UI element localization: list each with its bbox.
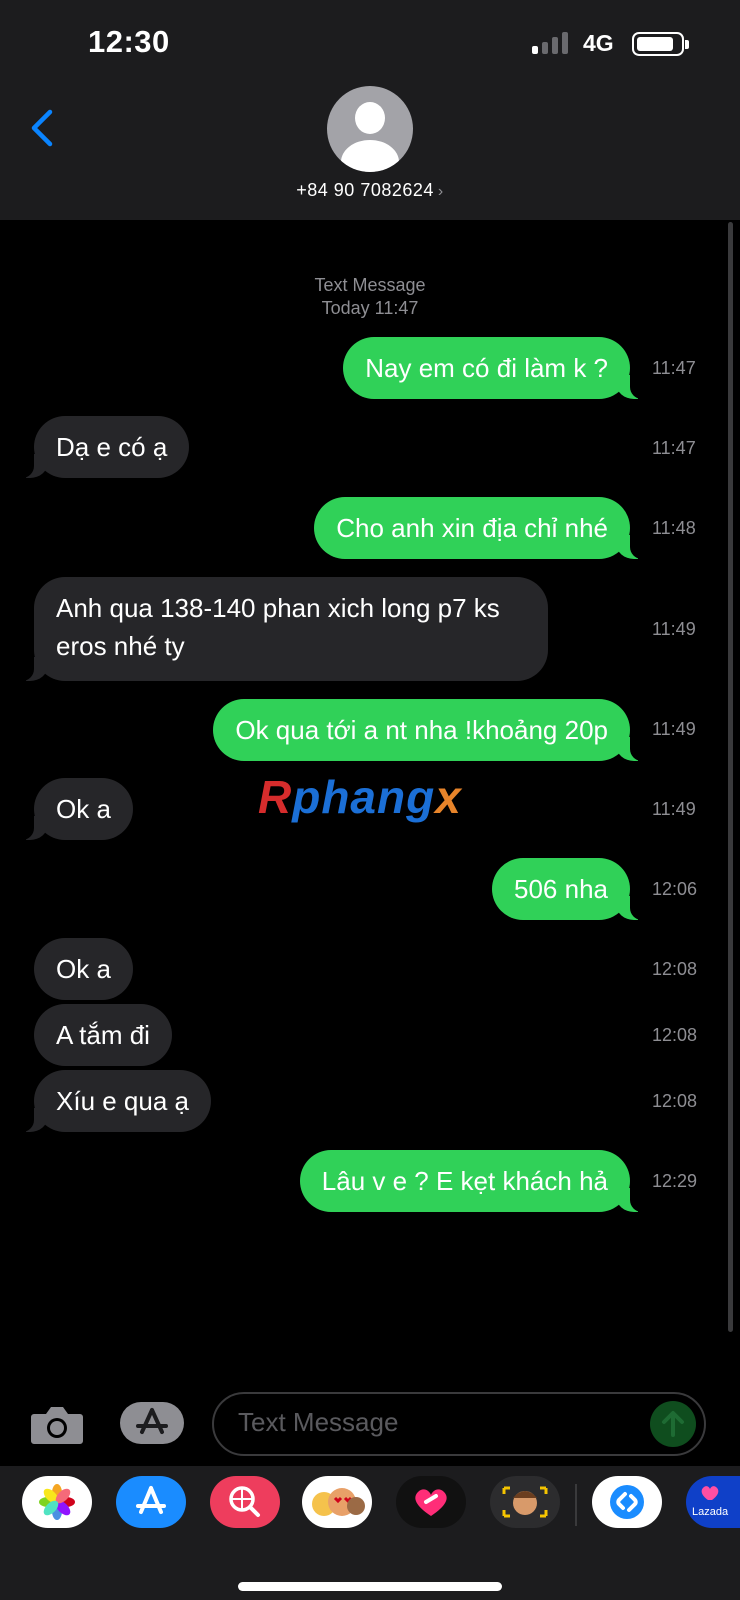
message-time: 12:08 bbox=[652, 1091, 698, 1111]
conversation-header: 12:30 4G +84 90 7082624 › bbox=[0, 0, 740, 220]
message-time: 11:47 bbox=[652, 358, 696, 378]
message-bubble-incoming[interactable]: Ok a bbox=[34, 938, 133, 1000]
app-store-icon bbox=[136, 1408, 168, 1434]
cellular-signal-icon bbox=[532, 32, 572, 54]
camera-icon[interactable] bbox=[30, 1402, 84, 1446]
home-indicator[interactable] bbox=[238, 1582, 502, 1591]
message-bubble-outgoing[interactable]: Nay em có đi làm k ? bbox=[343, 337, 650, 399]
contact-name[interactable]: +84 90 7082624 › bbox=[0, 180, 740, 201]
conversation-date: Today 11:47 bbox=[321, 298, 419, 318]
digital-touch-icon[interactable] bbox=[396, 1476, 466, 1528]
apps-button[interactable] bbox=[120, 1402, 184, 1444]
photos-icon[interactable] bbox=[22, 1476, 92, 1528]
watermark: Rphangx bbox=[258, 771, 462, 823]
message-bubble-incoming[interactable]: Anh qua 138-140 phan xich long p7 ks ero… bbox=[14, 577, 548, 681]
send-button[interactable] bbox=[650, 1401, 696, 1447]
conversation-info: Text Message Today 11:47 bbox=[0, 274, 740, 320]
web-search-icon[interactable] bbox=[210, 1476, 280, 1528]
battery-icon bbox=[632, 32, 689, 56]
message-bubble-incoming[interactable]: Xíu e qua ạ bbox=[14, 1070, 211, 1132]
message-bubble-outgoing[interactable]: Lâu v e ? E kẹt khách hả bbox=[299, 1150, 651, 1212]
message-time: 11:49 bbox=[652, 619, 696, 639]
message-bubble-outgoing[interactable]: 506 nha bbox=[492, 858, 650, 920]
lazada-icon[interactable]: Lazada bbox=[686, 1476, 740, 1528]
message-bubble-incoming[interactable]: Ok a bbox=[14, 778, 133, 840]
message-time: 12:06 bbox=[652, 879, 698, 899]
message-time: 11:49 bbox=[652, 799, 696, 819]
message-time: 12:08 bbox=[652, 1025, 698, 1045]
message-input-placeholder: Text Message bbox=[238, 1407, 399, 1437]
contact-avatar[interactable] bbox=[327, 86, 413, 172]
messages-screen: 12:30 4G +84 90 7082624 › Text Message To… bbox=[0, 0, 740, 1600]
app-store-icon[interactable] bbox=[116, 1476, 186, 1528]
network-type: 4G bbox=[583, 30, 614, 56]
chevron-right-icon: › bbox=[437, 183, 444, 200]
service-label: Text Message bbox=[314, 275, 426, 295]
message-bubble-incoming[interactable]: A tắm đi bbox=[34, 1004, 172, 1066]
message-bubble-outgoing[interactable]: Ok qua tới a nt nha !khoảng 20p bbox=[213, 699, 650, 761]
drawer-separator bbox=[575, 1484, 577, 1526]
memoji-stickers-icon[interactable] bbox=[302, 1476, 372, 1528]
message-time: 11:48 bbox=[652, 518, 696, 538]
message-time: 11:49 bbox=[652, 719, 696, 739]
app-drawer: Lazada bbox=[0, 1466, 740, 1600]
contact-number: +84 90 7082624 bbox=[296, 180, 434, 200]
shazam-icon[interactable] bbox=[592, 1476, 662, 1528]
message-bubble-incoming[interactable]: Dạ e có ạ bbox=[13, 416, 190, 478]
scroll-indicator[interactable] bbox=[728, 222, 733, 1332]
message-bubble-outgoing[interactable]: Cho anh xin địa chỉ nhé bbox=[314, 497, 650, 559]
back-chevron-icon[interactable] bbox=[26, 106, 60, 150]
message-input[interactable]: Text Message bbox=[212, 1392, 706, 1456]
message-time: 12:29 bbox=[652, 1171, 698, 1191]
status-time: 12:30 bbox=[88, 24, 170, 59]
message-time: 11:47 bbox=[652, 438, 696, 458]
message-time: 12:08 bbox=[652, 959, 698, 979]
memoji-icon[interactable] bbox=[490, 1476, 560, 1528]
arrow-up-icon bbox=[662, 1411, 684, 1437]
